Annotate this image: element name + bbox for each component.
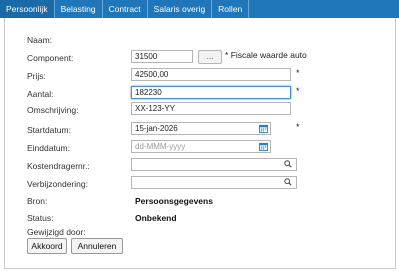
omschrijving-input[interactable]: XX-123-YY [131,102,291,115]
akkoord-button[interactable]: Akkoord [27,238,67,254]
aantal-required-mark: * [296,86,300,96]
verbijzondering-label: Verbijzondering: [27,179,88,189]
required-mark: * [225,50,229,60]
fiscale-waarde-label: Fiscale waarde auto [230,50,307,60]
tab-belasting[interactable]: Belasting [55,0,103,18]
annuleren-button[interactable]: Annuleren [71,238,123,254]
startdatum-input[interactable]: 15-jan-2026 [131,122,271,135]
prijs-required-mark: * [296,68,300,78]
status-label: Status: [27,213,54,223]
kostendrager-input[interactable] [131,158,297,171]
prijs-label: Prijs: [27,71,46,81]
search-icon[interactable] [284,178,292,186]
bron-value: Persoonsgegevens [135,196,213,206]
aantal-input[interactable]: 182230 [131,86,291,99]
kostendrager-label: Kostendragernr.: [27,161,90,171]
verbijzondering-input[interactable] [131,176,297,189]
einddatum-label: Einddatum: [27,143,70,153]
search-icon[interactable] [284,160,292,168]
tab-rollen[interactable]: Rollen [212,0,250,18]
tab-salaris-overig[interactable]: Salaris overig [148,0,213,18]
naam-label: Naam: [27,35,53,45]
calendar-icon[interactable] [259,142,268,151]
component-label: Component: [27,53,74,63]
fiscale-waarde-text: * Fiscale waarde auto [225,50,307,60]
omschrijving-label: Omschrijving: [27,105,79,115]
startdatum-required-mark: * [296,122,300,132]
component-input[interactable]: 31500 [131,50,193,63]
aantal-label: Aantal: [27,89,54,99]
status-value: Onbekend [135,213,177,223]
tab-persoonlijk[interactable]: Persoonlijk [0,0,55,18]
form-panel: Naam: Component: 31500 ... * Fiscale waa… [4,18,396,269]
calendar-icon[interactable] [259,124,268,133]
prijs-input[interactable]: 42500,00 [131,68,291,81]
bron-label: Bron: [27,196,48,206]
einddatum-input[interactable]: dd-MMM-yyyy [131,140,271,153]
gewijzigd-label: Gewijzigd door: [27,227,86,237]
tab-contract[interactable]: Contract [103,0,148,18]
component-lookup-button[interactable]: ... [198,50,222,64]
startdatum-label: Startdatum: [27,125,71,135]
tab-bar: Persoonlijk Belasting Contract Salaris o… [0,0,399,18]
